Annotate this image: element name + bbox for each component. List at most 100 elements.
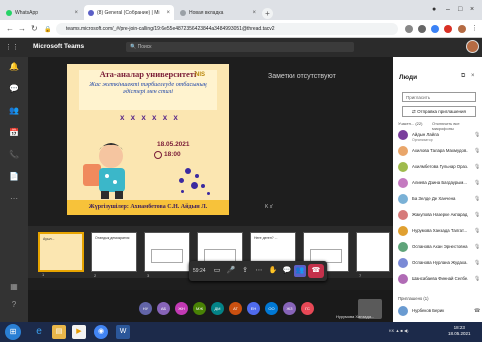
participant-avatar[interactable]: МЖ [193, 302, 206, 315]
bookmark-icon[interactable] [418, 25, 426, 33]
new-tab-button[interactable]: + [262, 8, 273, 19]
popout-icon[interactable]: ⧉ [461, 73, 465, 80]
extension-icon[interactable] [444, 25, 452, 33]
media-player-icon[interactable]: ▶ [72, 325, 86, 339]
participant-row[interactable]: Шансабаева Финнай Селбе... 🎙 [398, 273, 480, 287]
activity-icon[interactable]: 🔔 [6, 62, 22, 78]
calls-icon[interactable]: 📞 [6, 150, 22, 166]
boy-illustration [83, 143, 125, 199]
close-icon[interactable]: × [471, 73, 475, 79]
folder-icon[interactable]: ▤ [52, 325, 66, 339]
teams-icon [88, 9, 94, 16]
participant-avatar[interactable]: ДМ [211, 302, 224, 315]
avatar [398, 162, 408, 172]
participants-icon[interactable]: 👥 [294, 265, 306, 277]
participant-avatar[interactable]: ЖН [175, 302, 188, 315]
participant-avatar[interactable]: ОО [265, 302, 278, 315]
camera-icon[interactable]: ▭ [211, 265, 223, 277]
participant-row[interactable]: Нурумова Ханзада Талгат... 🎙 [398, 225, 480, 239]
decoration-dot [195, 174, 199, 178]
user-avatar[interactable] [466, 40, 479, 53]
profile-icon[interactable]: ● [432, 6, 436, 13]
start-icon[interactable]: ⊞ [5, 324, 21, 340]
slide-thumbnail[interactable]: 3 [144, 232, 190, 278]
close-icon[interactable]: × [252, 10, 256, 16]
microphone-off-icon: 🎙 [474, 260, 481, 266]
avatar [398, 306, 408, 316]
close-icon[interactable]: × [74, 10, 78, 16]
participants-section-header[interactable]: Участн... (22) [398, 121, 422, 126]
participant-row[interactable]: Ахилова Талара Махмудов... 🎙 [398, 145, 480, 159]
close-icon[interactable]: × [166, 10, 170, 16]
url-input[interactable]: teams.microsoft.com/_#/pre-join-calling/… [56, 23, 398, 35]
hang-up-button[interactable]: ☎ [308, 264, 324, 278]
help-icon[interactable]: ? [6, 300, 22, 316]
slide-thumbnail[interactable]: Ауыл... 1 [38, 232, 84, 277]
internet-explorer-icon[interactable]: e [32, 325, 46, 339]
participant-avatar[interactable]: НУ [139, 302, 152, 315]
invited-row[interactable]: Нурбеков Берик ☎ [398, 305, 480, 319]
decoration-dot [201, 184, 205, 188]
participant-avatar[interactable]: ГС [301, 302, 314, 315]
app-launcher-icon[interactable]: ⋮⋮ [5, 44, 19, 51]
more-actions-icon[interactable]: ⋯ [253, 265, 265, 277]
decoration-dot [207, 192, 210, 195]
taskbar-clock[interactable]: 18:23 18.05.2021 [448, 325, 471, 337]
minimize-icon[interactable]: – [446, 6, 450, 13]
tab-whatsapp[interactable]: WhatsApp × [2, 5, 82, 20]
chat-icon[interactable]: 💬 [6, 84, 22, 100]
microphone-icon[interactable]: 🎤 [225, 265, 237, 277]
microphone-off-icon: 🎙 [474, 228, 481, 234]
search-input[interactable]: 🔍 Поиск [126, 42, 354, 52]
avatar [398, 146, 408, 156]
participant-row[interactable]: Оспанова Ахан Эрнестовна 🎙 [398, 241, 480, 255]
share-invite-button[interactable]: ⇄ Отправка приглашения [402, 106, 476, 117]
slide-thumbnail[interactable]: Отандық демократия 2 [91, 232, 137, 278]
whatsapp-icon [6, 9, 12, 16]
participant-avatar[interactable]: ЕН [247, 302, 260, 315]
invited-section-header[interactable]: Приглашено (1) [398, 296, 429, 301]
more-icon[interactable]: ⋯ [6, 194, 22, 210]
extension-icon[interactable] [431, 25, 439, 33]
avatar [398, 274, 408, 284]
tab-new[interactable]: Новая вкладка × [176, 5, 260, 20]
call-timer: 59:24 [193, 268, 206, 274]
apps-icon[interactable]: ▦ [6, 282, 22, 298]
avatar [398, 242, 408, 252]
raise-hand-icon[interactable]: ✋ [267, 265, 279, 277]
participant-avatar[interactable]: АБ [157, 302, 170, 315]
close-window-icon[interactable]: × [470, 6, 474, 13]
participant-row[interactable]: Алиева Дзина Багдаурым... 🎙 [398, 177, 480, 191]
reload-icon[interactable]: ↻ [31, 24, 38, 33]
participant-avatar[interactable]: ЖЗ [283, 302, 296, 315]
share-screen-icon[interactable]: ⇪ [239, 265, 251, 277]
participant-row[interactable]: Оспанова Нурлана Жудаха... 🎙 [398, 257, 480, 271]
calendar-icon[interactable]: 📅 [6, 128, 22, 144]
forward-icon[interactable]: → [18, 24, 26, 33]
teams-icon[interactable]: 👥 [6, 106, 22, 122]
slide-speakers: Жүргізушілер: Ахнамбетова С.Н. Айдын Л. [88, 204, 208, 210]
word-icon[interactable]: W [116, 325, 130, 339]
call-icon[interactable]: ☎ [474, 308, 480, 314]
invite-input[interactable]: Пригласить [402, 92, 476, 102]
participant-row[interactable]: Айдын Лайла Организатор 🎙 [398, 129, 480, 143]
files-icon[interactable]: 📄 [6, 172, 22, 188]
maximize-icon[interactable]: □ [458, 6, 462, 13]
lock-icon: 🔒 [44, 27, 52, 33]
participant-row[interactable]: Жакупова Назерке Акпарад... 🎙 [398, 209, 480, 223]
avatar [398, 210, 408, 220]
slide-thumbnail[interactable]: 7 [356, 232, 390, 278]
chat-icon[interactable]: 💬 [281, 265, 293, 277]
zoom-icon[interactable] [405, 25, 413, 33]
tab-teams[interactable]: (8) General (Собрание) | Mi × [84, 5, 174, 20]
participant-row[interactable]: Ба Зелде Де Ханчена 🎙 [398, 193, 480, 207]
chrome-icon[interactable]: ◉ [94, 325, 108, 339]
participant-avatar[interactable]: АТ [229, 302, 242, 315]
system-tray[interactable]: KK ▲ ■ ◀) [389, 328, 408, 333]
clock-icon [154, 151, 162, 159]
back-icon[interactable]: ← [6, 24, 14, 33]
avatar[interactable] [458, 25, 466, 33]
participant-row[interactable]: Ахилмбетова Гульнар Ораз... 🎙 [398, 161, 480, 175]
event-time: 18:00 [164, 151, 181, 158]
menu-icon[interactable]: ⋮ [471, 25, 479, 33]
